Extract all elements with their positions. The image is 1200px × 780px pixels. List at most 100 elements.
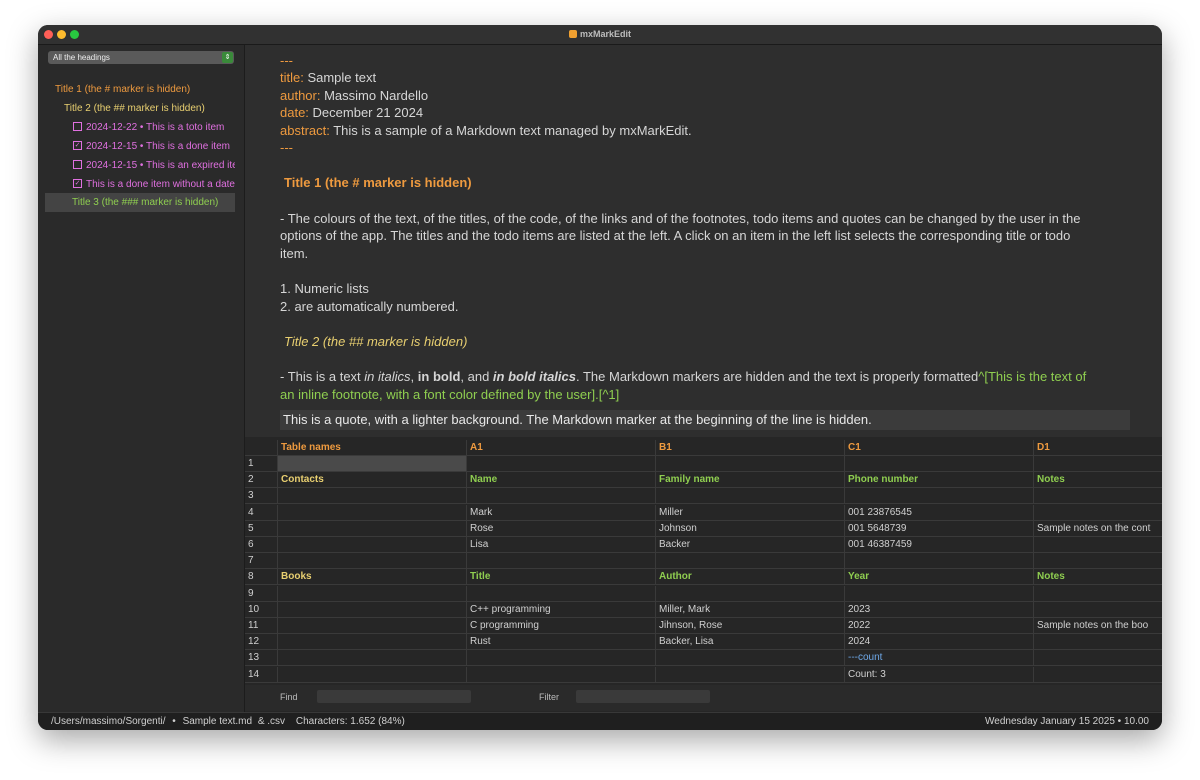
table-cell[interactable]	[467, 456, 656, 472]
table-cell[interactable]: Title	[467, 569, 656, 586]
table-cell[interactable]	[278, 504, 467, 521]
table-cell[interactable]	[278, 585, 467, 602]
row-number[interactable]: 6	[245, 537, 278, 553]
row-number[interactable]: 12	[245, 634, 278, 651]
table-cell[interactable]: ---count	[845, 650, 1034, 667]
table-cell[interactable]: Phone number	[845, 472, 1034, 489]
table-cell[interactable]	[1034, 650, 1162, 667]
outline-item-done-nodate[interactable]: ✓ This is a done item without a date	[73, 175, 235, 194]
table-cell[interactable]: Miller, Mark	[656, 601, 845, 618]
table-cell[interactable]	[1034, 586, 1162, 602]
table-cell[interactable]	[845, 488, 1034, 505]
table-cell[interactable]: 2023	[845, 601, 1034, 618]
table-cell[interactable]	[656, 585, 845, 602]
table-cell[interactable]	[278, 520, 467, 537]
table-cell[interactable]: Jihnson, Rose	[656, 618, 845, 634]
table-cell[interactable]: Contacts	[278, 472, 467, 489]
table-cell[interactable]	[278, 601, 467, 618]
table-cell[interactable]	[278, 488, 467, 505]
table-cell[interactable]	[845, 585, 1034, 602]
table-cell[interactable]: C programming	[467, 618, 656, 634]
column-header[interactable]: C1	[845, 440, 1034, 456]
table-cell[interactable]: Books	[278, 569, 467, 586]
table-cell[interactable]: 001 23876545	[845, 504, 1034, 521]
row-number[interactable]: 7	[245, 553, 278, 570]
table-cell[interactable]	[467, 553, 656, 570]
table-cell[interactable]	[278, 537, 467, 553]
csv-table-grid[interactable]: Table names A1 B1 C1 D1 1 2 Contacts Name Fa…	[245, 440, 1162, 683]
table-cell[interactable]: Backer, Lisa	[656, 634, 845, 651]
table-cell[interactable]: Notes	[1034, 569, 1162, 586]
table-cell[interactable]: 2024	[845, 634, 1034, 651]
markdown-editor[interactable]: --- title: Sample text author: Massimo N…	[245, 45, 1162, 437]
row-number[interactable]: 9	[245, 585, 278, 602]
table-cell[interactable]	[656, 666, 845, 683]
outline-item-todo[interactable]: 2024-12-22 • This is a toto item	[73, 118, 235, 137]
table-cell[interactable]: Year	[845, 569, 1034, 586]
table-cell[interactable]	[1034, 667, 1162, 683]
table-cell[interactable]	[656, 488, 845, 505]
row-number[interactable]: 14	[245, 666, 278, 683]
table-cell[interactable]: Rose	[467, 520, 656, 537]
table-cell[interactable]	[467, 585, 656, 602]
table-cell[interactable]	[656, 553, 845, 570]
table-cell[interactable]: Mark	[467, 504, 656, 521]
table-cell[interactable]: Backer	[656, 537, 845, 553]
headings-filter-select[interactable]: All the headings ⇕	[48, 51, 234, 64]
table-cell[interactable]	[467, 666, 656, 683]
table-cell[interactable]: Johnson	[656, 520, 845, 537]
table-cell[interactable]	[656, 650, 845, 667]
table-cell[interactable]	[1034, 537, 1162, 553]
outline-item-title-3[interactable]: Title 3 (the ### marker is hidden)	[45, 193, 235, 212]
table-cell[interactable]: Author	[656, 569, 845, 586]
table-cell[interactable]	[1034, 602, 1162, 618]
row-number[interactable]: 10	[245, 601, 278, 618]
table-cell[interactable]	[656, 456, 845, 472]
outline-item-expired[interactable]: 2024-12-15 • This is an expired item	[73, 156, 235, 175]
row-number[interactable]: 8	[245, 569, 278, 586]
table-cell[interactable]	[278, 553, 467, 570]
table-cell[interactable]: Count: 3	[845, 666, 1034, 683]
row-number[interactable]: 3	[245, 488, 278, 505]
outline-item-title-1[interactable]: Title 1 (the # marker is hidden)	[55, 80, 240, 99]
table-cell[interactable]	[467, 650, 656, 667]
table-cell[interactable]: Miller	[656, 504, 845, 521]
table-cell[interactable]: Rust	[467, 634, 656, 651]
table-cell[interactable]: C++ programming	[467, 601, 656, 618]
outline-item-title-2[interactable]: Title 2 (the ## marker is hidden)	[64, 99, 240, 118]
table-cell[interactable]: 001 46387459	[845, 537, 1034, 553]
table-cell[interactable]	[1034, 553, 1162, 570]
table-cell[interactable]	[278, 650, 467, 667]
row-number[interactable]: 13	[245, 650, 278, 667]
table-cell[interactable]	[1034, 634, 1162, 651]
table-cell[interactable]: Sample notes on the cont	[1034, 521, 1162, 537]
table-cell[interactable]: Family name	[656, 472, 845, 489]
row-number[interactable]: 2	[245, 472, 278, 489]
table-cell[interactable]	[278, 618, 467, 634]
table-cell[interactable]: Sample notes on the boo	[1034, 618, 1162, 634]
table-cell[interactable]: Lisa	[467, 537, 656, 553]
find-input[interactable]	[317, 690, 471, 703]
column-header[interactable]: Table names	[278, 440, 467, 456]
row-number[interactable]: 1	[245, 456, 278, 472]
table-cell[interactable]	[1034, 505, 1162, 521]
table-cell[interactable]: Name	[467, 472, 656, 489]
table-cell[interactable]: 001 5648739	[845, 520, 1034, 537]
row-number[interactable]: 5	[245, 520, 278, 537]
table-cell[interactable]	[1034, 456, 1162, 472]
column-header[interactable]: B1	[656, 440, 845, 456]
table-cell[interactable]	[278, 634, 467, 651]
column-header[interactable]: D1	[1034, 440, 1162, 456]
table-cell[interactable]	[845, 553, 1034, 570]
table-cell[interactable]: 2022	[845, 618, 1034, 634]
table-cell[interactable]	[1034, 488, 1162, 505]
table-cell[interactable]	[845, 456, 1034, 472]
row-number[interactable]: 11	[245, 618, 278, 634]
outline-item-done[interactable]: ✓ 2024-12-15 • This is a done item	[73, 137, 235, 156]
table-cell[interactable]	[278, 666, 467, 683]
table-cell[interactable]	[278, 456, 467, 472]
table-cell[interactable]: Notes	[1034, 472, 1162, 489]
filter-input[interactable]	[576, 690, 710, 703]
table-cell[interactable]	[467, 488, 656, 505]
row-number[interactable]: 4	[245, 504, 278, 521]
